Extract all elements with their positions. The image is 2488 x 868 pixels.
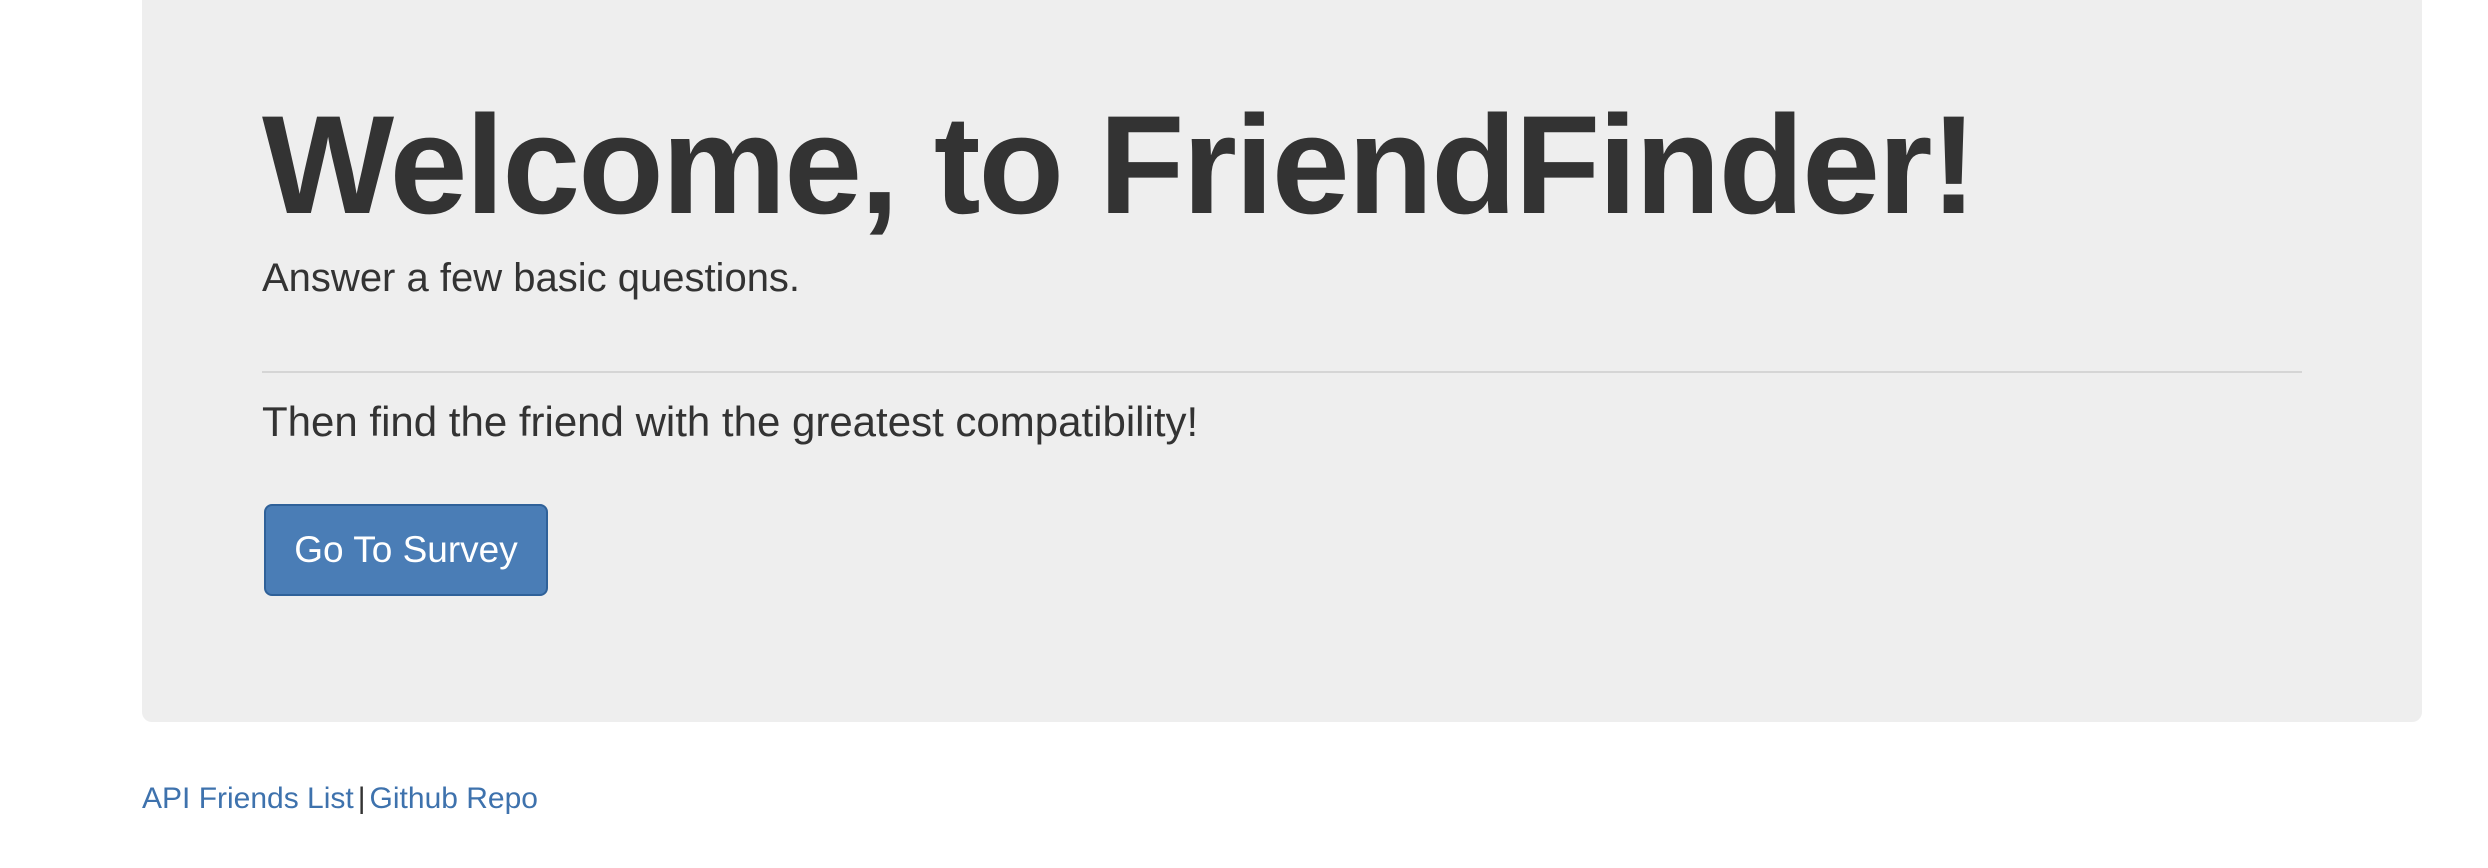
body-text: Then find the friend with the greatest c…: [262, 398, 1199, 445]
github-repo-link[interactable]: Github Repo: [370, 782, 538, 815]
page-title: Welcome, to FriendFinder!: [262, 86, 1977, 243]
footer: API Friends List | Github Repo: [142, 782, 538, 816]
api-friends-list-link[interactable]: API Friends List: [142, 782, 354, 815]
footer-separator: |: [357, 782, 366, 815]
go-to-survey-button[interactable]: Go To Survey: [264, 504, 548, 596]
jumbotron: Welcome, to FriendFinder! Answer a few b…: [142, 0, 2422, 722]
lead-text: Answer a few basic questions.: [262, 256, 801, 300]
divider: [262, 371, 2302, 373]
